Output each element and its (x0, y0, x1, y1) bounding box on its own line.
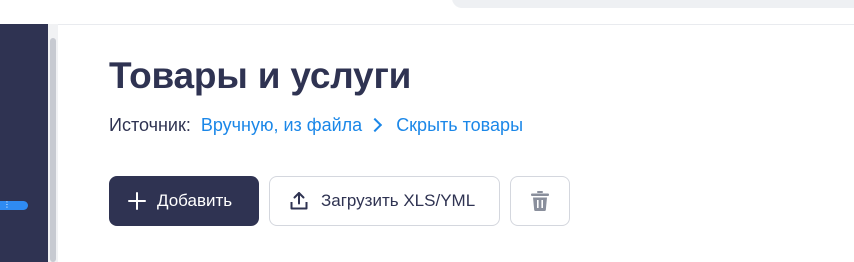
action-buttons: Добавить Загрузить XLS/YML (109, 176, 570, 226)
trash-icon (531, 191, 549, 211)
upload-button-label: Загрузить XLS/YML (321, 191, 476, 210)
sidebar-scrollbar-thumb[interactable] (50, 38, 56, 262)
more-dots-icon: ⋮ (3, 200, 11, 209)
source-value-link[interactable]: Вручную, из файла (201, 115, 362, 136)
source-label: Источник: (109, 114, 191, 135)
hide-products-link[interactable]: Скрыть товары (396, 115, 523, 136)
page-title: Товары и услуги (109, 55, 412, 96)
app-root: ⋮ Товары и услуги Источник: Вручную, из … (0, 0, 854, 262)
search-bar[interactable] (452, 0, 854, 8)
plus-icon (128, 192, 146, 210)
chevron-right-icon[interactable] (368, 117, 383, 133)
sidebar: ⋮ (0, 24, 48, 262)
delete-button[interactable] (510, 176, 570, 226)
upload-icon (290, 192, 308, 210)
upload-xls-yml-button[interactable]: Загрузить XLS/YML (269, 176, 500, 226)
sidebar-active-indicator[interactable]: ⋮ (0, 200, 28, 210)
add-button[interactable]: Добавить (109, 176, 259, 226)
top-bar (0, 0, 854, 25)
main-content: Товары и услуги Источник: Вручную, из фа… (58, 24, 854, 262)
source-row: Источник: Вручную, из файла Скрыть товар… (109, 114, 523, 136)
add-button-label: Добавить (157, 191, 233, 210)
